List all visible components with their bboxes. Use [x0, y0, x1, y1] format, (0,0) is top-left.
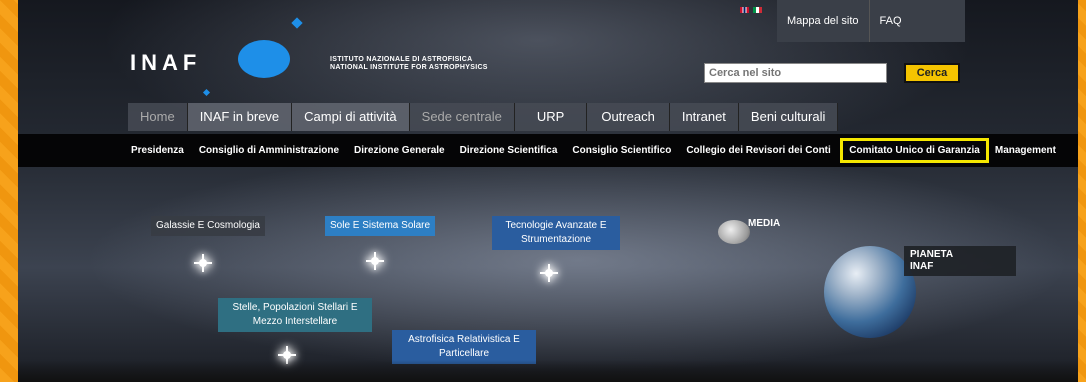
nav-beni-culturali[interactable]: Beni culturali — [738, 103, 839, 131]
inaf-logo-disc-icon[interactable] — [238, 40, 290, 78]
earth-planet-icon[interactable] — [824, 246, 916, 338]
inaf-site: INAF ISTITUTO NAZIONALE DI ASTROFISICA N… — [18, 0, 1078, 382]
stelle-popolazioni-link[interactable]: Stelle, Popolazioni Stellari E Mezzo Int… — [218, 298, 372, 332]
tecnologie-avanzate-link[interactable]: Tecnologie Avanzate E Strumentazione — [492, 216, 620, 250]
nav-outreach[interactable]: Outreach — [587, 103, 670, 131]
stelle-label-line2: Mezzo Interstellare — [252, 316, 338, 327]
faq-link[interactable]: FAQ — [870, 0, 912, 42]
sitemap-link[interactable]: Mappa del sito — [777, 0, 870, 42]
institute-name-it: ISTITUTO NAZIONALE DI ASTROFISICA — [330, 56, 473, 63]
language-flags — [740, 7, 764, 14]
pianeta-label-line2: INAF — [910, 261, 934, 272]
tecnologie-label-line1: Tecnologie Avanzate E — [505, 220, 607, 231]
subnav-direzione-generale[interactable]: Direzione Generale — [347, 145, 453, 156]
institute-name-en: NATIONAL INSTITUTE FOR ASTROPHYSICS — [330, 64, 488, 71]
institute-name: ISTITUTO NAZIONALE DI ASTROFISICA NATION… — [330, 56, 488, 72]
nav-sede-centrale[interactable]: Sede centrale — [409, 103, 515, 131]
subnav-management[interactable]: Management — [991, 145, 1060, 156]
top-links: Mappa del sito FAQ — [777, 0, 965, 42]
pianeta-inaf-link[interactable]: PIANETA INAF — [904, 246, 1016, 276]
sole-sistema-solare-link[interactable]: Sole E Sistema Solare — [325, 216, 436, 236]
stelle-label-line1: Stelle, Popolazioni Stellari E — [232, 302, 358, 313]
nav-urp[interactable]: URP — [514, 103, 588, 131]
logo-diamond-icon — [291, 17, 303, 29]
nav-home[interactable]: Home — [128, 103, 188, 131]
moon-media-icon[interactable] — [718, 220, 750, 244]
subnav-presidenza[interactable]: Presidenza — [18, 145, 191, 156]
treeline-silhouette — [18, 360, 1078, 382]
star-galassie-icon[interactable] — [194, 254, 212, 272]
nav-inaf-in-breve[interactable]: INAF in breve — [187, 103, 293, 131]
sub-nav: Presidenza Consiglio di Amministrazione … — [18, 134, 1078, 167]
subnav-comitato-unico-garanzia[interactable]: Comitato Unico di Garanzia — [840, 138, 989, 163]
astrofisica-label-line1: Astrofisica Relativistica E — [408, 334, 520, 345]
astrofisica-label-line2: Particellare — [438, 348, 490, 359]
search-input[interactable] — [704, 63, 887, 83]
subnav-consiglio-scientifico[interactable]: Consiglio Scientifico — [565, 145, 679, 156]
italy-flag-icon[interactable] — [752, 7, 762, 14]
subnav-collegio-revisori[interactable]: Collegio dei Revisori dei Conti — [679, 145, 838, 156]
main-nav: Home INAF in breve Campi di attività Sed… — [128, 103, 848, 131]
star-sole-icon[interactable] — [366, 252, 384, 270]
subnav-consiglio-amministrazione[interactable]: Consiglio di Amministrazione — [191, 145, 346, 156]
star-tecnologie-icon[interactable] — [540, 264, 558, 282]
uk-flag-icon[interactable] — [740, 7, 749, 14]
subnav-direzione-scientifica[interactable]: Direzione Scientifica — [452, 145, 565, 156]
pianeta-label-line1: PIANETA — [910, 249, 954, 260]
media-link[interactable]: MEDIA — [748, 218, 780, 229]
logo-diamond-small-icon — [202, 88, 211, 97]
galassie-cosmologia-link[interactable]: Galassie E Cosmologia — [151, 216, 265, 236]
inaf-logo-text[interactable]: INAF — [130, 50, 201, 76]
nav-intranet[interactable]: Intranet — [669, 103, 739, 131]
nav-campi-di-attivita[interactable]: Campi di attività — [292, 103, 410, 131]
astrofisica-relativistica-link[interactable]: Astrofisica Relativistica E Particellare — [392, 330, 536, 364]
search-button[interactable]: Cerca — [904, 63, 960, 83]
tecnologie-label-line2: Strumentazione — [520, 234, 592, 245]
